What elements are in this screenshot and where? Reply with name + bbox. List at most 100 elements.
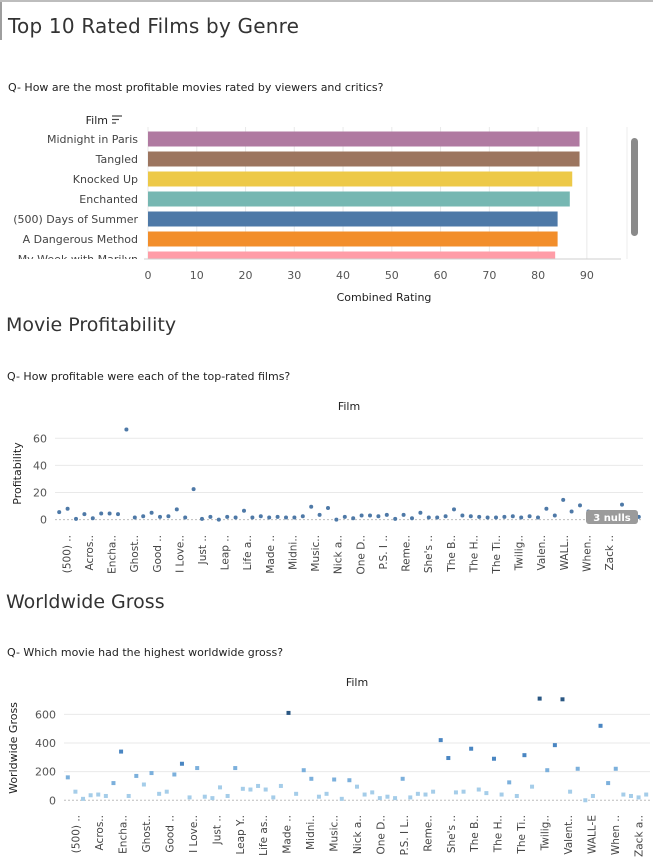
scatter-point (57, 510, 62, 515)
scatter-point (522, 753, 527, 758)
scatter-point (208, 514, 213, 519)
scatter-point (613, 766, 618, 771)
bar-x-tick-label: 30 (287, 269, 301, 282)
scatter-point (134, 773, 139, 778)
vertical-scrollbar-thumb[interactable] (631, 138, 638, 236)
scatter-point (569, 509, 574, 514)
bar-mark (148, 191, 570, 207)
scatter-point (636, 795, 641, 800)
scatter-point (88, 793, 93, 798)
scatter-x-tick-label: WALL.. (559, 535, 571, 570)
scatter-point (370, 790, 375, 795)
scatter-y-tick-label: 20 (33, 486, 47, 499)
scatter-point (393, 796, 398, 801)
scatter-point (164, 789, 169, 794)
scatter-point (200, 516, 204, 521)
title-accent-bar (0, 2, 2, 40)
scatter-point (278, 783, 283, 788)
scatter-point (460, 513, 465, 518)
scatter-point (423, 792, 428, 797)
scatter-point (568, 789, 573, 794)
scatter-point (292, 515, 297, 520)
scatter-x-tick-label: Leap Y.. (235, 815, 247, 855)
scatter-point (355, 784, 359, 789)
scatter-point (415, 791, 420, 796)
ratings-bar-chart[interactable]: Midnight in Paris Tangled Knocked Up Enchan… (0, 105, 653, 310)
scatter-point (514, 793, 519, 798)
scatter-point (400, 776, 405, 781)
scatter-x-tick-label: The H.. (468, 535, 480, 573)
scatter-x-tick-label: Ghost.. (141, 815, 153, 852)
scatter-point (408, 795, 413, 800)
scatter-point (172, 772, 177, 777)
scatter-x-tick-label: Twilig.. (514, 535, 526, 571)
scatter-point (250, 515, 255, 520)
scatter-x-tick-label: Reme.. (401, 535, 413, 572)
scatter-y-axis-title: Worldwide Gross (7, 702, 20, 794)
null-indicator-badge[interactable]: 3 nulls (586, 510, 638, 524)
scatter-point (111, 781, 116, 786)
scatter-point (326, 506, 330, 511)
scatter-x-tick-label: Twilig.. (540, 815, 552, 851)
null-badge-label: 3 nulls (593, 513, 631, 524)
scatter-point (90, 516, 95, 521)
bar-category-label: Enchanted (79, 193, 138, 206)
scatter-point (494, 515, 498, 520)
scatter-y-tick-label: 60 (33, 432, 47, 445)
bar-x-tick-label: 80 (531, 269, 545, 282)
bar-category-label: Knocked Up (73, 173, 138, 186)
scatter-point (477, 514, 482, 519)
dashboard-top-border (0, 0, 653, 2)
scatter-point (461, 789, 466, 794)
bar-category-label: (500) Days of Summer (13, 213, 138, 226)
scatter-point (578, 503, 582, 508)
scatter-x-tick-label: The B.. (469, 815, 481, 853)
scatter-point (575, 766, 580, 771)
scatter-y-tick-label: 0 (40, 514, 47, 527)
scatter-point (621, 792, 626, 797)
bar-x-tick-label: 20 (239, 269, 253, 282)
scatter-point (410, 516, 414, 521)
scatter-point (583, 798, 588, 803)
scatter-x-tick-label: I Love.. (174, 535, 186, 573)
scatter-point (202, 794, 207, 799)
scatter-point (166, 514, 171, 519)
bar-mark (148, 151, 580, 167)
gross-title: Worldwide Gross (6, 591, 165, 613)
scatter-point (376, 514, 381, 519)
scatter-point (157, 791, 162, 796)
scatter-header: Film (346, 676, 368, 689)
scatter-point (141, 782, 146, 787)
scatter-point (258, 514, 263, 519)
scatter-x-tick-label: Zack .. (604, 535, 616, 571)
scatter-x-tick-label: Encha.. (107, 535, 119, 574)
scatter-point (309, 504, 314, 509)
bar-x-tick-label: 10 (190, 269, 204, 282)
scatter-point (377, 796, 382, 801)
scatter-point (485, 515, 490, 520)
scatter-point (81, 796, 86, 801)
bar-x-tick-label: 70 (482, 269, 496, 282)
scatter-point (324, 791, 329, 796)
sort-icon[interactable] (112, 115, 122, 124)
scatter-x-tick-label: WALL-E (586, 815, 598, 854)
bar-category-label: Tangled (95, 153, 138, 166)
gross-scatter-chart[interactable]: Film 0 200 400 600 Worldwide Gross (500) .. Acr… (0, 670, 653, 863)
scatter-point (628, 793, 633, 798)
bar-x-tick-label: 50 (385, 269, 399, 282)
scatter-point (484, 791, 489, 796)
scatter-x-tick-label: One D.. (375, 815, 387, 854)
scatter-y-axis-title: Profitability (11, 442, 24, 505)
bar-row-header: Film (86, 114, 108, 127)
scatter-point (300, 514, 305, 519)
scatter-point (598, 723, 603, 728)
scatter-point (256, 783, 261, 788)
profitability-scatter-chart[interactable]: Film 0 20 40 60 Profitability (500) .. Acros.. E… (0, 395, 653, 580)
profitability-question: Q- How profitable were each of the top-r… (7, 370, 291, 383)
scatter-point (453, 790, 458, 795)
scatter-x-tick-label: Acros.. (94, 815, 106, 850)
scatter-x-tick-label: Valen.. (536, 535, 548, 571)
scatter-point (301, 768, 306, 773)
scatter-point (332, 777, 337, 782)
scatter-y-tick-label: 40 (33, 459, 47, 472)
